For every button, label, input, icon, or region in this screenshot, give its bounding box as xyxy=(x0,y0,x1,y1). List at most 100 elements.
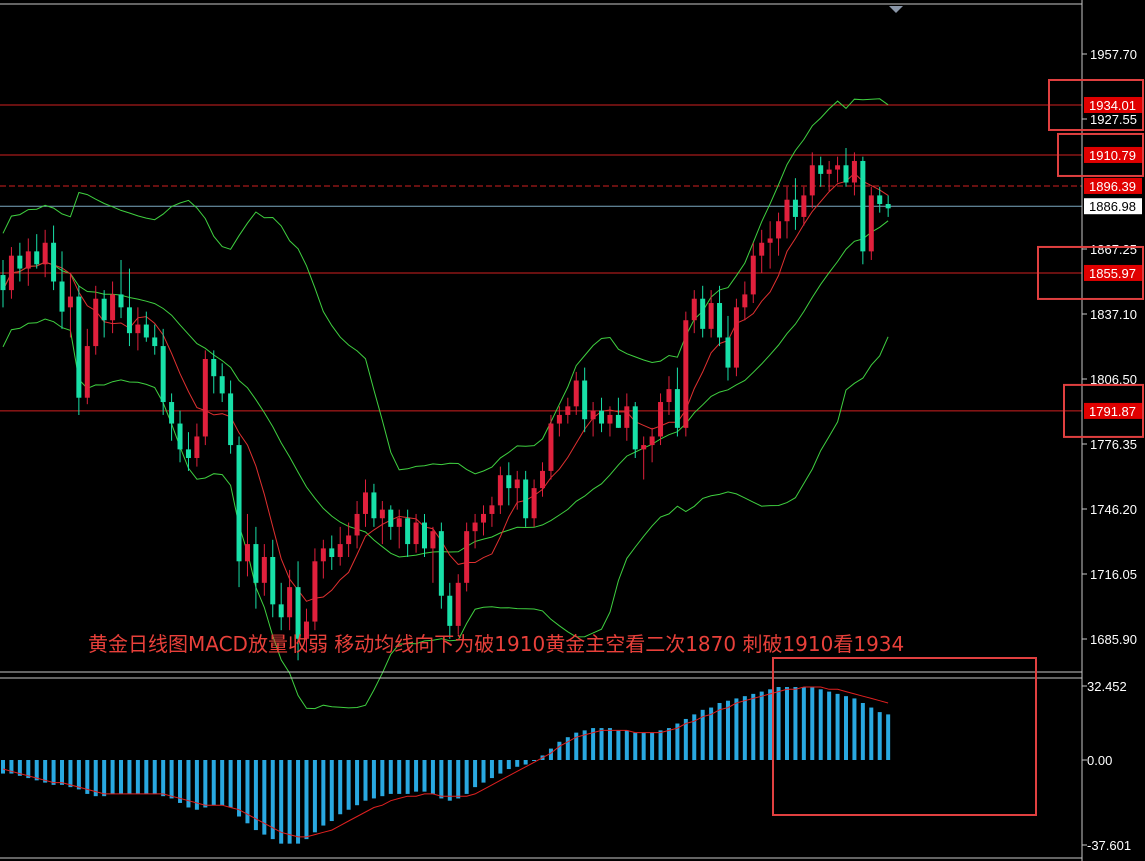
candle xyxy=(455,574,461,635)
candle-body xyxy=(835,165,841,170)
candle-body xyxy=(312,561,318,622)
macd-bar xyxy=(473,760,478,788)
macd-bar xyxy=(152,760,157,794)
macd-bar xyxy=(742,696,747,760)
candle-body xyxy=(362,492,368,514)
macd-bar xyxy=(338,760,343,815)
macd-bar xyxy=(321,760,326,826)
candle-body xyxy=(126,307,132,334)
candle-body xyxy=(320,548,326,562)
candle-body xyxy=(278,604,284,618)
candle-body xyxy=(194,436,200,458)
macd-bar xyxy=(422,760,427,792)
macd-bar xyxy=(751,693,756,760)
macd-bar xyxy=(793,687,798,760)
candle-body xyxy=(843,165,849,183)
candle-body xyxy=(742,294,748,308)
candle-body xyxy=(615,414,621,428)
price-tick-label: 1776.35 xyxy=(1090,437,1137,452)
price-tick-label: 1685.90 xyxy=(1090,632,1137,647)
macd-bar xyxy=(515,760,520,767)
macd-bar xyxy=(127,760,132,794)
candle-body xyxy=(438,531,444,596)
macd-bar xyxy=(51,760,56,785)
macd-bar xyxy=(860,702,865,760)
level-tag-label: 1855.97 xyxy=(1089,266,1136,281)
candle-body xyxy=(877,195,883,205)
candle-body xyxy=(792,199,798,217)
macd-bar xyxy=(60,760,65,785)
macd-bar xyxy=(397,760,402,794)
candle-body xyxy=(337,544,343,557)
gold-daily-chart: 1957.701927.551867.251837.101806.501776.… xyxy=(0,0,1145,861)
macd-bar xyxy=(464,760,469,794)
macd-bar xyxy=(1,760,5,774)
candle-body xyxy=(152,337,158,347)
macd-bar xyxy=(304,760,309,840)
candle-body xyxy=(211,358,217,377)
candle xyxy=(548,414,554,480)
macd-bar xyxy=(658,730,663,760)
macd-bar xyxy=(827,691,832,760)
macd-bar xyxy=(119,760,124,794)
price-tick-label: 1867.25 xyxy=(1090,242,1137,257)
macd-bar xyxy=(110,760,115,794)
candle-body xyxy=(868,195,874,252)
price-tick-label: 1716.05 xyxy=(1090,567,1137,582)
price-tick-label: 1927.55 xyxy=(1090,112,1137,127)
macd-bar xyxy=(844,696,848,760)
macd-bar xyxy=(607,728,612,760)
current-tag-label: 1886.98 xyxy=(1089,199,1136,214)
candle-body xyxy=(143,324,149,338)
price-tick-label: 1957.70 xyxy=(1090,47,1137,62)
candle-body xyxy=(826,169,832,174)
macd-bar xyxy=(784,687,789,760)
macd-bar xyxy=(430,760,435,794)
level-tag-label: 1791.87 xyxy=(1089,404,1136,419)
macd-bar xyxy=(523,760,528,765)
candle-body xyxy=(860,160,866,252)
macd-bar xyxy=(135,760,140,794)
candle xyxy=(860,156,866,265)
candle-body xyxy=(76,296,82,398)
candle-body xyxy=(354,513,360,536)
macd-bar xyxy=(405,760,410,794)
level-tag-label: 1934.01 xyxy=(1089,98,1136,113)
candle-body xyxy=(202,358,208,437)
candle-body xyxy=(219,376,225,394)
macd-bar xyxy=(329,760,334,822)
candle-body xyxy=(388,509,394,527)
price-tick-label: 1746.20 xyxy=(1090,502,1137,517)
level-price-tag: 1910.79 xyxy=(1084,146,1142,163)
candle-body xyxy=(25,251,31,269)
macd-bar xyxy=(161,760,166,797)
candle-body xyxy=(801,195,807,217)
candle-body xyxy=(67,296,73,308)
level-tag-label: 1896.39 xyxy=(1089,179,1136,194)
candle-body xyxy=(607,414,613,424)
candle-body xyxy=(658,402,664,437)
macd-bar xyxy=(380,760,385,797)
candle-body xyxy=(540,470,546,489)
macd-bar xyxy=(641,732,646,760)
candle-body xyxy=(379,509,385,519)
candle-body xyxy=(708,303,714,329)
macd-bar xyxy=(869,707,874,760)
macd-bar xyxy=(818,689,823,760)
candle-body xyxy=(885,204,891,209)
candle-body xyxy=(253,544,259,583)
candle-body xyxy=(42,242,48,265)
candle xyxy=(202,350,208,446)
macd-bar xyxy=(557,741,562,760)
macd-tick-label: 0.00 xyxy=(1087,753,1112,768)
macd-bar xyxy=(178,760,183,803)
macd-bar xyxy=(388,760,393,794)
candle-body xyxy=(185,449,191,458)
candle-body xyxy=(506,475,512,489)
macd-bar xyxy=(768,689,773,760)
candle-body xyxy=(59,281,65,312)
macd-bar xyxy=(633,732,638,760)
macd-bar xyxy=(211,760,216,806)
macd-bar xyxy=(102,760,107,797)
candle-body xyxy=(93,298,99,347)
